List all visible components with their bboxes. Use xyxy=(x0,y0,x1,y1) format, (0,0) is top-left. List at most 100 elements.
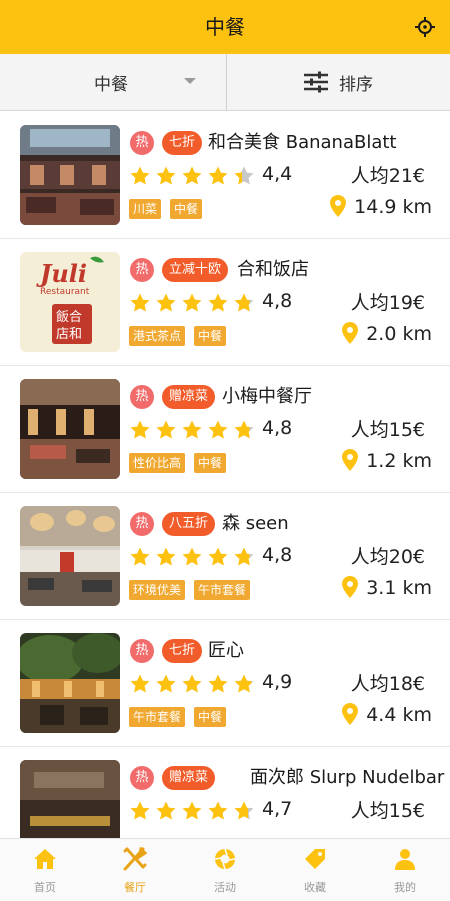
restaurant-name: 合和饭店 xyxy=(237,259,309,280)
distance-value: 2.0 km xyxy=(366,323,432,345)
distance-value: 14.9 km xyxy=(354,196,432,218)
fork-knife-icon xyxy=(123,847,147,871)
star-icon xyxy=(130,166,150,185)
rating-value: 4,8 xyxy=(262,544,293,566)
tab-events[interactable]: 活动 xyxy=(180,839,270,901)
location-target-icon[interactable] xyxy=(414,16,436,38)
distance-value: 3.1 km xyxy=(366,577,432,599)
location-pin-icon xyxy=(330,195,347,217)
star-icon xyxy=(130,674,150,693)
star-icon xyxy=(182,293,202,312)
restaurant-card[interactable]: Juli Restaurant 飯合 店和 热 立减十欧 合和饭店 4,8 人均… xyxy=(0,238,450,366)
restaurant-name: 和合美食 BananaBlatt xyxy=(208,132,397,153)
tag-list: 性价比高 中餐 xyxy=(129,453,235,475)
sort-label: 排序 xyxy=(339,75,373,95)
star-icon xyxy=(234,166,254,185)
star-icon xyxy=(182,166,202,185)
hot-badge: 热 xyxy=(130,258,154,282)
seal-text-2: 店和 xyxy=(56,327,82,342)
tag-icon xyxy=(305,849,325,869)
restaurant-card[interactable]: 热 八五折 森 seen 4,8 人均20€ 环境优美 午市套餐 3.1 km xyxy=(0,492,450,620)
tab-home[interactable]: 首页 xyxy=(0,839,90,901)
restaurant-list[interactable]: 热 七折 和合美食 BananaBlatt 4,4 人均21€ 川菜 中餐 14.… xyxy=(0,111,450,838)
star-icon xyxy=(208,547,228,566)
star-icon xyxy=(156,166,176,185)
restaurant-logo: Juli Restaurant 飯合 店和 xyxy=(20,252,120,352)
star-icon xyxy=(208,166,228,185)
distance: 2.0 km xyxy=(342,322,432,345)
rating-value: 4,4 xyxy=(262,163,293,185)
star-icon xyxy=(156,547,176,566)
sort-button[interactable]: 排序 xyxy=(227,54,450,110)
rating-value: 4,7 xyxy=(262,798,293,820)
cuisine-tag: 午市套餐 xyxy=(129,707,186,727)
restaurant-name: 森 seen xyxy=(222,513,289,534)
tab-profile[interactable]: 我的 xyxy=(360,839,450,901)
location-pin-icon xyxy=(342,322,359,344)
average-price: 人均20€ xyxy=(350,546,425,568)
distance-value: 4.4 km xyxy=(366,704,432,726)
distance-value: 1.2 km xyxy=(366,450,432,472)
average-price: 人均18€ xyxy=(350,673,425,695)
bottom-tab-bar: 首页 餐厅 活动 收藏 我的 xyxy=(0,838,450,901)
location-pin-icon xyxy=(342,703,359,725)
sliders-icon xyxy=(304,71,328,93)
promo-badge: 赠凉菜 xyxy=(162,766,216,790)
star-icon xyxy=(182,547,202,566)
restaurant-photo xyxy=(20,506,120,606)
star-icon xyxy=(208,293,228,312)
distance: 3.1 km xyxy=(342,576,432,599)
home-icon xyxy=(34,849,56,869)
star-icon xyxy=(182,420,202,439)
page-title: 中餐 xyxy=(205,15,245,39)
star-icon xyxy=(208,420,228,439)
promo-badge: 赠凉菜 xyxy=(162,385,216,409)
cuisine-tag: 中餐 xyxy=(170,199,203,219)
star-icon xyxy=(208,674,228,693)
tab-label: 首页 xyxy=(34,881,56,894)
restaurant-photo xyxy=(20,125,120,225)
star-icon xyxy=(156,674,176,693)
star-icon xyxy=(130,801,150,820)
cuisine-tag: 性价比高 xyxy=(129,453,186,473)
promo-badge: 立减十欧 xyxy=(162,258,229,282)
tab-favorites[interactable]: 收藏 xyxy=(270,839,360,901)
restaurant-name: 小梅中餐厅 xyxy=(222,386,312,407)
cuisine-tag: 中餐 xyxy=(194,453,227,473)
star-icon xyxy=(130,293,150,312)
star-icon xyxy=(156,293,176,312)
star-icon xyxy=(234,674,254,693)
star-rating xyxy=(129,800,259,822)
tab-label: 活动 xyxy=(214,881,236,894)
hot-badge: 热 xyxy=(130,639,154,663)
category-filter-label: 中餐 xyxy=(94,75,128,95)
hot-badge: 热 xyxy=(130,766,154,790)
star-rating xyxy=(129,546,259,568)
average-price: 人均19€ xyxy=(350,292,425,314)
star-icon xyxy=(156,801,176,820)
restaurant-card[interactable]: 热 赠凉菜 小梅中餐厅 4,8 人均15€ 性价比高 中餐 1.2 km xyxy=(0,365,450,493)
rating-value: 4,8 xyxy=(262,417,293,439)
location-pin-icon xyxy=(342,576,359,598)
camera-aperture-icon xyxy=(214,848,236,870)
tag-list: 港式茶点 中餐 xyxy=(129,326,235,348)
user-icon xyxy=(395,849,415,870)
tab-restaurants[interactable]: 餐厅 xyxy=(90,839,180,901)
restaurant-card[interactable]: 热 赠凉菜 面次郎 Slurp Nudelbar 4,7 人均15€ xyxy=(0,746,450,838)
restaurant-card[interactable]: 热 七折 匠心 4,9 人均18€ 午市套餐 中餐 4.4 km xyxy=(0,619,450,747)
cuisine-tag: 中餐 xyxy=(194,326,227,346)
restaurant-card[interactable]: 热 七折 和合美食 BananaBlatt 4,4 人均21€ 川菜 中餐 14.… xyxy=(0,111,450,239)
restaurant-photo xyxy=(20,760,120,838)
hot-badge: 热 xyxy=(130,385,154,409)
hot-badge: 热 xyxy=(130,512,154,536)
category-filter-dropdown[interactable]: 中餐 xyxy=(0,54,226,110)
rating-value: 4,8 xyxy=(262,290,293,312)
average-price: 人均15€ xyxy=(350,419,425,441)
logo-script-text: Juli xyxy=(36,259,87,288)
tag-list: 川菜 中餐 xyxy=(129,199,211,221)
star-icon xyxy=(208,801,228,820)
hot-badge: 热 xyxy=(130,131,154,155)
star-icon xyxy=(234,547,254,566)
logo-sub-text: Restaurant xyxy=(40,287,90,297)
star-icon xyxy=(182,801,202,820)
